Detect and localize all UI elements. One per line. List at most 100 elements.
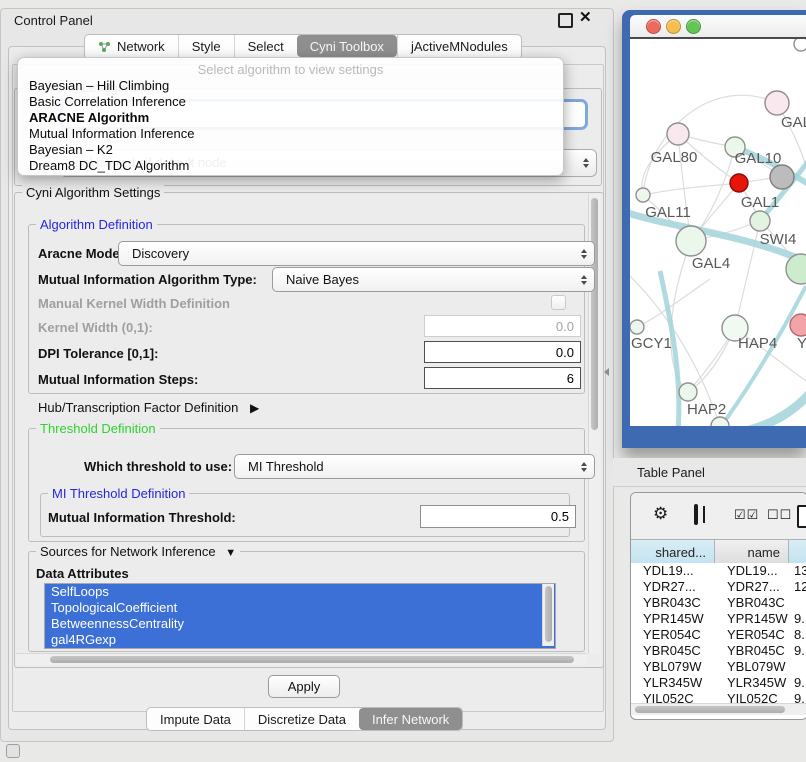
column-header-name[interactable]: name — [715, 540, 789, 564]
algorithm-definition-title: Algorithm Definition — [36, 217, 157, 232]
tab-style[interactable]: Style — [178, 35, 234, 57]
zoom-traffic-light[interactable] — [686, 19, 701, 34]
table-cell: YDL19... — [715, 563, 789, 579]
attribute-item[interactable]: BetweennessCentrality — [45, 616, 555, 632]
table-horizontal-scrollbar-thumb[interactable] — [635, 706, 785, 713]
close-traffic-light[interactable] — [646, 19, 661, 34]
network-node[interactable] — [770, 165, 794, 189]
table-row[interactable]: YBL079WYBL079W — [631, 659, 806, 675]
network-node[interactable] — [676, 226, 706, 256]
tab-select[interactable]: Select — [234, 35, 297, 57]
table-row[interactable]: YDL19...YDL19...13 — [631, 563, 806, 579]
apply-button[interactable]: Apply — [268, 675, 340, 698]
table-cell: YBR043C — [715, 595, 789, 611]
network-node[interactable] — [765, 91, 789, 115]
network-node-label: GAL10 — [735, 150, 782, 167]
network-node-label: GCY1 — [631, 335, 672, 352]
mi-type-label: Mutual Information Algorithm Type: — [38, 272, 257, 287]
tab-network[interactable]: Network — [85, 35, 178, 57]
hub-definition-toggle[interactable]: Hub/Transcription Factor Definition ▶ — [38, 400, 259, 415]
settings-vertical-scrollbar-thumb[interactable] — [591, 198, 598, 430]
network-node[interactable] — [794, 39, 806, 51]
network-edge[interactable] — [742, 391, 806, 426]
settings-horizontal-scrollbar-thumb[interactable] — [50, 656, 574, 663]
minimize-traffic-light[interactable] — [666, 19, 681, 34]
combo-stepper-icon — [581, 249, 587, 259]
attribute-item[interactable]: gal4RGexp — [45, 632, 555, 648]
algorithm-dropdown-popup: Select algorithm to view settings Bayesi… — [17, 57, 564, 176]
network-node[interactable] — [786, 254, 806, 284]
network-window-titlebar[interactable] — [630, 15, 806, 39]
mi-type-combobox[interactable]: Naive Bayes — [272, 267, 595, 292]
combo-stepper-icon — [581, 462, 587, 472]
table-row[interactable]: YLR345WYLR345W9. — [631, 675, 806, 691]
attributes-scrollbar[interactable] — [542, 584, 554, 646]
algorithm-option[interactable]: Dream8 DC_TDC Algorithm — [29, 158, 189, 173]
columns-icon[interactable] — [694, 504, 698, 525]
which-threshold-label: Which threshold to use: — [84, 459, 232, 474]
table-row[interactable]: YPR145WYPR145W9. — [631, 611, 806, 627]
network-node[interactable] — [679, 383, 697, 401]
mi-steps-input[interactable]: 6 — [424, 367, 581, 389]
network-node[interactable] — [636, 188, 650, 202]
network-edge[interactable] — [671, 241, 691, 392]
tab-impute-data[interactable]: Impute Data — [147, 708, 244, 730]
algorithm-option[interactable]: Bayesian – K2 — [29, 142, 113, 157]
network-node[interactable] — [630, 320, 644, 334]
table-cell: 12 — [789, 579, 806, 595]
table-row[interactable]: YBR043CYBR043C — [631, 595, 806, 611]
network-node[interactable] — [667, 123, 689, 145]
gear-icon[interactable]: ⚙ — [653, 504, 668, 524]
manual-kernel-checkbox[interactable] — [551, 295, 566, 310]
tab-cyni-toolbox[interactable]: Cyni Toolbox — [297, 35, 397, 57]
network-node[interactable] — [730, 174, 748, 192]
which-threshold-combobox[interactable]: MI Threshold — [234, 454, 595, 479]
attributes-scrollbar-thumb[interactable] — [545, 586, 552, 642]
table-row[interactable]: YIL052CYIL052C9. — [631, 691, 806, 703]
table-row[interactable]: YER054CYER054C8. — [631, 627, 806, 643]
column-header-partial[interactable] — [789, 540, 806, 564]
dpi-tolerance-input[interactable]: 0.0 — [424, 341, 581, 363]
network-node[interactable] — [790, 314, 806, 336]
select-all-icon[interactable]: ☑☑ — [734, 507, 759, 523]
table-horizontal-scrollbar[interactable] — [631, 703, 806, 715]
table-cell: YBR043C — [631, 595, 715, 611]
table-panel-bar: Table Panel — [613, 458, 806, 487]
table-file-icon[interactable] — [797, 505, 806, 528]
collapsed-panel-grip[interactable] — [6, 744, 20, 758]
network-node[interactable] — [750, 211, 770, 231]
kernel-width-value: 0.0 — [556, 319, 574, 334]
mi-steps-value: 6 — [567, 371, 574, 386]
algorithm-option[interactable]: Bayesian – Hill Climbing — [29, 78, 169, 93]
tab-discretize-data[interactable]: Discretize Data — [244, 708, 359, 730]
table-row[interactable]: YBR045CYBR045C9. — [631, 643, 806, 659]
table-header: shared... name — [631, 539, 806, 565]
which-threshold-value: MI Threshold — [248, 459, 324, 474]
table-cell: YPR145W — [631, 611, 715, 627]
attribute-item[interactable]: TopologicalCoefficient — [45, 600, 555, 616]
table-row[interactable]: YDR27...YDR27...12 — [631, 579, 806, 595]
settings-horizontal-scrollbar[interactable] — [16, 653, 586, 665]
apply-button-label: Apply — [288, 679, 321, 694]
panel-splitter-handle[interactable] — [604, 368, 609, 376]
tab-label: Style — [192, 39, 221, 54]
deselect-all-icon[interactable]: ☐☐ — [767, 507, 792, 523]
attribute-item[interactable]: SelfLoops — [45, 584, 555, 600]
close-icon[interactable]: ✕ — [579, 8, 592, 26]
mi-threshold-input[interactable]: 0.5 — [420, 505, 576, 528]
network-edge[interactable] — [643, 184, 730, 195]
aracne-mode-combobox[interactable]: Discovery — [118, 241, 595, 266]
table-cell: YER054C — [631, 627, 715, 643]
kernel-width-input[interactable]: 0.0 — [424, 315, 581, 337]
algorithm-option[interactable]: Mutual Information Inference — [29, 126, 194, 141]
float-window-icon[interactable] — [558, 13, 573, 28]
algorithm-option[interactable]: ARACNE Algorithm — [29, 110, 149, 125]
column-header-shared-name[interactable]: shared... — [631, 540, 715, 564]
network-node-label: Y — [797, 335, 806, 352]
tab-jactivemnodules[interactable]: jActiveMNodules — [397, 35, 521, 57]
algorithm-option[interactable]: Basic Correlation Inference — [29, 94, 186, 109]
sources-toggle[interactable]: Sources for Network Inference ▼ — [36, 544, 240, 559]
table-cell: YDR27... — [715, 579, 789, 595]
network-canvas[interactable]: GALGAL80GAL10GAL1GAL11SWI4GAL4GCY1HAP4YH… — [630, 39, 806, 426]
tab-infer-network[interactable]: Infer Network — [359, 708, 462, 730]
